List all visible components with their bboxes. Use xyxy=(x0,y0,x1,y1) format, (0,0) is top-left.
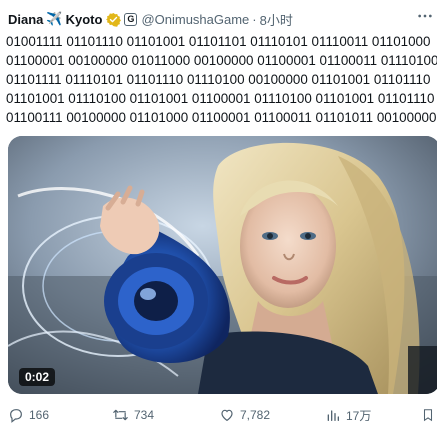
like-button[interactable]: 7,782 xyxy=(219,404,270,426)
video-duration: 0:02 xyxy=(19,368,56,386)
airplane-emoji: ✈️ xyxy=(46,11,63,26)
separator-dot: · xyxy=(252,11,257,27)
like-count: 7,782 xyxy=(240,408,271,422)
tweet-text-line: 01001111 01101110 01101001 01101101 0111… xyxy=(6,34,431,49)
repost-count: 734 xyxy=(134,408,155,422)
verified-badge-icon[interactable] xyxy=(106,12,122,27)
more-icon[interactable] xyxy=(417,8,433,27)
tweet-header: Diana ✈️ Kyoto G @OnimushaGame · 8小时 xyxy=(8,9,293,29)
repost-button[interactable]: 734 xyxy=(112,404,154,426)
analytics-icon xyxy=(327,410,339,421)
repost-icon xyxy=(113,409,128,421)
reply-count: 166 xyxy=(29,408,50,422)
tweet-text: 01001111 01101110 01101001 01101101 0111… xyxy=(6,32,437,127)
tweet-text-line: 01101111 01110101 01101110 01110100 0010… xyxy=(6,72,431,87)
timestamp[interactable]: 8小时 xyxy=(260,10,293,29)
tweet-text-line: 01100001 00100000 01011000 00100000 0110… xyxy=(6,53,437,68)
tweet-card[interactable]: Diana ✈️ Kyoto G @OnimushaGame · 8小时 010… xyxy=(0,0,437,437)
tweet-text-line: 01100111 00100000 01101000 01100001 0110… xyxy=(6,110,437,125)
views-button[interactable]: 17万 xyxy=(325,404,371,426)
bookmark-button[interactable] xyxy=(421,404,437,426)
tweet-text-line: 01101001 01110100 01101001 01100001 0111… xyxy=(6,91,435,106)
display-name[interactable]: Diana xyxy=(8,12,43,27)
heart-icon xyxy=(221,409,233,422)
video-frame xyxy=(8,136,437,394)
reply-button[interactable]: 166 xyxy=(8,404,49,426)
action-bar: 166 734 7,782 17万 xyxy=(0,404,437,426)
reply-icon xyxy=(10,409,22,423)
video-player[interactable]: 0:02 xyxy=(8,136,437,394)
display-name-suffix[interactable]: Kyoto xyxy=(66,12,103,27)
bookmark-icon xyxy=(423,409,433,422)
user-handle[interactable]: @OnimushaGame xyxy=(141,12,249,27)
affiliate-badge-icon[interactable]: G xyxy=(124,12,138,26)
view-count: 17万 xyxy=(346,408,372,423)
